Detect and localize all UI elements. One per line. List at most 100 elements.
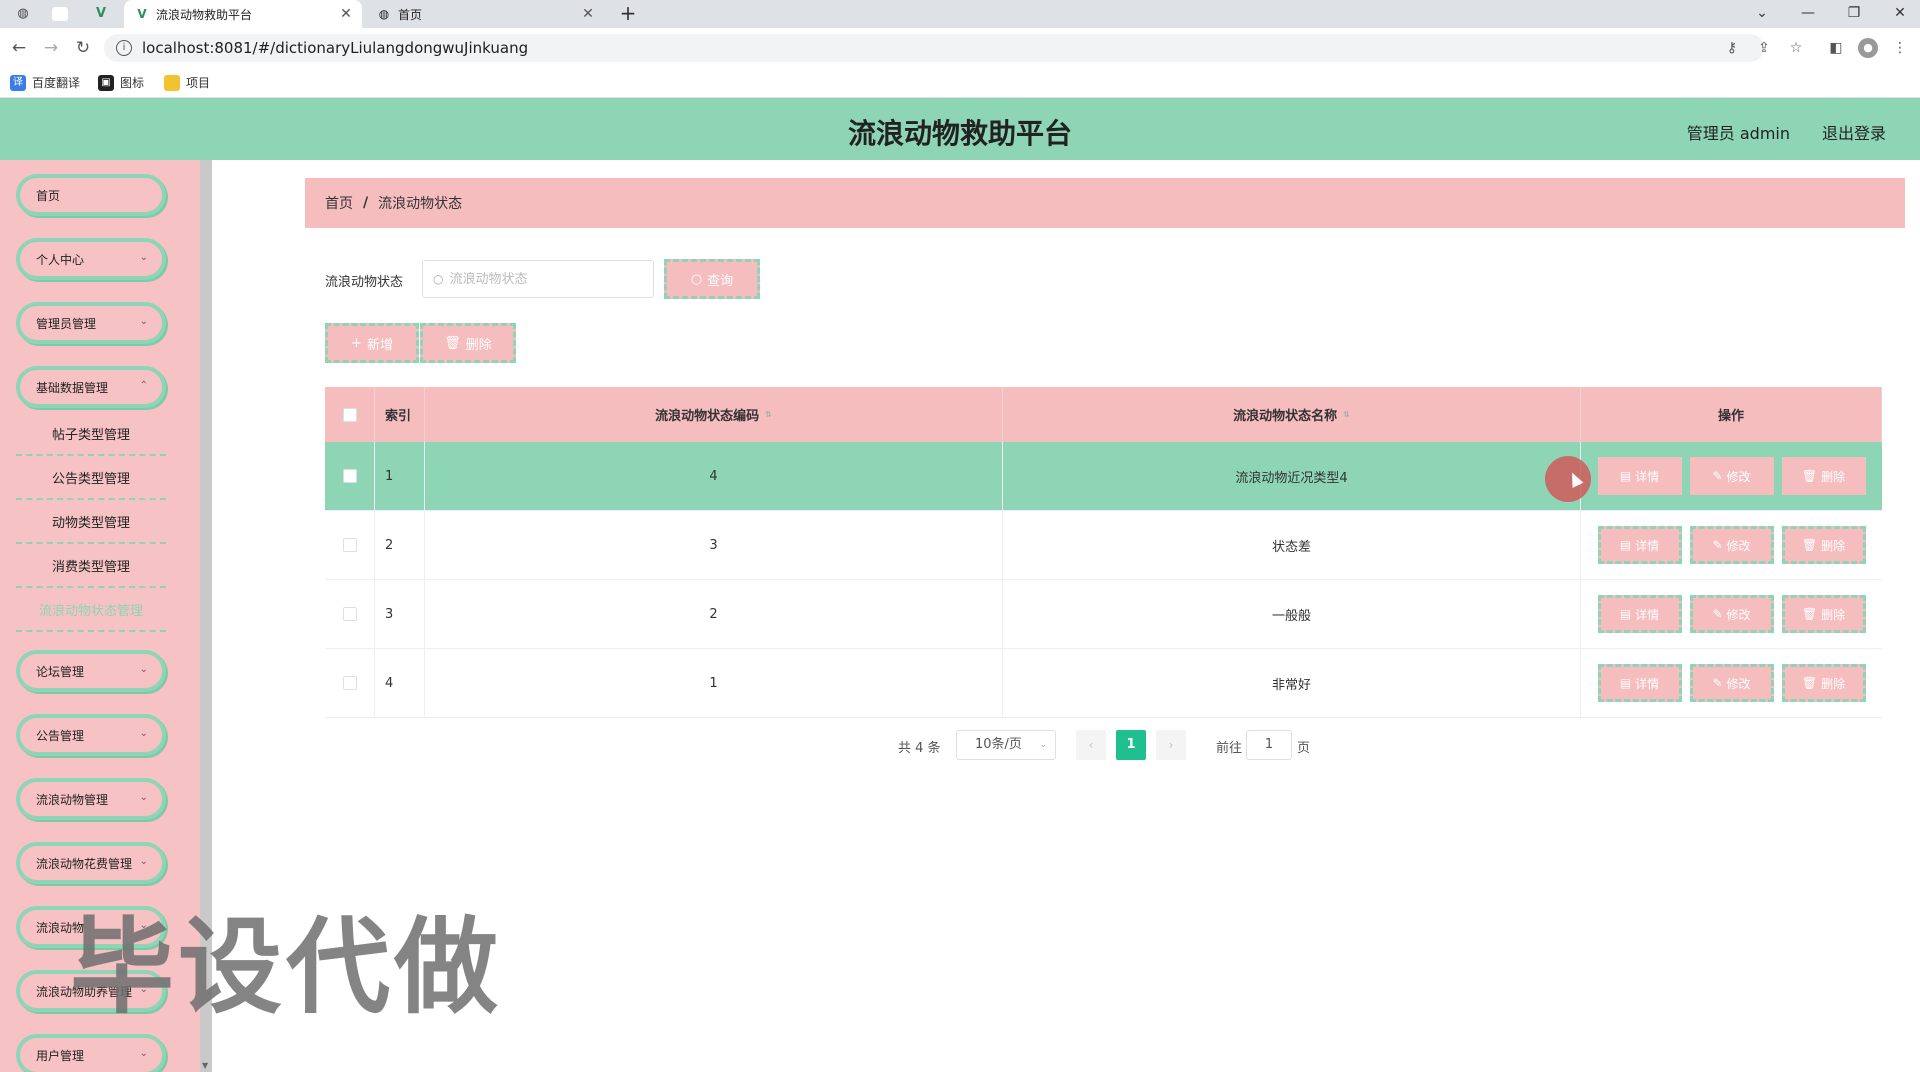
header-checkbox-cell [325,387,375,442]
share-icon[interactable]: ⇪ [1754,38,1774,58]
row-checkbox[interactable] [342,607,357,621]
select-all-checkbox[interactable] [342,407,357,422]
delete-button-label: 删除 [465,337,492,353]
sidebar-item-users[interactable]: 用户管理 ⌄ [16,1034,166,1072]
document-icon: ▤ [1619,676,1632,690]
row-checkbox[interactable] [342,469,357,483]
next-page-button[interactable]: › [1156,730,1186,760]
sidebar-item-status-type[interactable]: 流浪动物状态管理 [16,588,166,632]
sort-icon[interactable]: ⇅ [1343,410,1350,419]
edit-button[interactable]: ✎ 修改 [1689,526,1774,564]
delete-button[interactable]: 🗑 删除 [1781,664,1866,702]
detail-button[interactable]: ▤ 详情 [1597,526,1682,564]
delete-button[interactable]: 🗑 删除 [1781,457,1866,495]
side-panel-icon[interactable]: ◧ [1826,38,1846,58]
header-index: 索引 [375,387,425,442]
header-ops: 操作 [1581,387,1882,442]
menu-label: 论坛管理 [36,664,85,679]
row-checkbox-cell [325,580,375,648]
close-icon[interactable]: ✕ [580,6,596,22]
sidebar-item-animal[interactable]: 流浪动物管理 ⌄ [16,778,166,820]
minimize-button[interactable]: — [1788,0,1828,28]
edit-button[interactable]: ✎ 修改 [1689,595,1774,633]
bookmark-translate[interactable]: 译 百度翻译 [10,74,80,91]
sidebar-item-admin[interactable]: 管理员管理 ⌄ [16,302,166,344]
vue-tab-icon[interactable]: V [92,5,110,23]
plus-icon: + [351,335,362,351]
sidebar-item-animal-expense[interactable]: 流浪动物花费管理 ⌄ [16,842,166,884]
page-suffix: 页 [1297,741,1311,756]
batch-delete-button[interactable]: 🗑 删除 [420,323,516,363]
sidebar-item-profile[interactable]: 个人中心 ⌄ [16,238,166,280]
key-icon[interactable]: ⚷ [1722,38,1742,58]
prev-page-button[interactable]: ‹ [1076,730,1106,760]
back-button[interactable]: ← [8,37,30,59]
header-label: 流浪动物状态编码 [655,409,760,424]
bookmark-icons[interactable]: ▣ 图标 [98,74,144,91]
table-row[interactable]: 3 2 一般般 ▤ 详情 ✎ 修改 🗑 删除 [325,580,1882,649]
menu-kebab-icon[interactable]: ⋮ [1890,38,1910,58]
breadcrumb-home[interactable]: 首页 [325,193,353,213]
search-input[interactable] [449,271,640,287]
row-code: 3 [425,511,1003,579]
star-icon[interactable]: ☆ [1786,38,1806,58]
header-name[interactable]: 流浪动物状态名称 ⇅ [1003,387,1581,442]
window-close-button[interactable]: ✕ [1880,0,1920,28]
scroll-down-icon[interactable]: ▼ [202,1061,208,1070]
sidebar-item-home[interactable]: 首页 [16,174,166,216]
url-field[interactable]: i localhost:8081/#/dictionaryLiulangdong… [104,34,1764,62]
header-code[interactable]: 流浪动物状态编码 ⇅ [425,387,1003,442]
chevron-down-icon[interactable]: ⌄ [1742,0,1782,28]
tab-home[interactable]: ◍ 首页 ✕ [366,0,604,28]
table-row[interactable]: 4 1 非常好 ▤ 详情 ✎ 修改 🗑 删除 [325,649,1882,718]
detail-button[interactable]: ▤ 详情 [1597,457,1682,495]
profile-icon[interactable]: ● [1858,38,1878,58]
row-name: 一般般 [1003,580,1581,648]
sidebar-item-animal-type[interactable]: 动物类型管理 [16,500,166,544]
chevron-down-icon: ⌄ [139,664,148,675]
sidebar-item-expense-type[interactable]: 消费类型管理 [16,544,166,588]
row-checkbox[interactable] [342,538,357,552]
row-name: 非常好 [1003,649,1581,717]
sidebar-item-basic-data[interactable]: 基础数据管理 ⌃ [16,366,166,408]
forward-button[interactable]: → [40,37,62,59]
logout-link[interactable]: 退出登录 [1822,120,1886,144]
edit-button[interactable]: ✎ 修改 [1689,664,1774,702]
detail-button[interactable]: ▤ 详情 [1597,595,1682,633]
add-button[interactable]: + 新增 [325,323,419,363]
delete-button[interactable]: 🗑 删除 [1781,526,1866,564]
sidebar-item-post-type[interactable]: 帖子类型管理 [16,412,166,456]
tab-active[interactable]: V 流浪动物救助平台 ✕ [124,0,362,28]
bookmark-label: 百度翻译 [32,76,81,90]
blank-tab-icon[interactable] [52,7,68,21]
bookmark-project[interactable]: 项目 [164,74,210,91]
sidebar-item-forum[interactable]: 论坛管理 ⌄ [16,650,166,692]
detail-button[interactable]: ▤ 详情 [1597,664,1682,702]
page-number-current[interactable]: 1 [1116,730,1146,760]
row-code: 4 [425,442,1003,510]
close-icon[interactable]: ✕ [338,6,354,22]
delete-button[interactable]: 🗑 删除 [1781,595,1866,633]
table-row[interactable]: 2 3 状态差 ▤ 详情 ✎ 修改 🗑 删除 [325,511,1882,580]
query-button[interactable]: ○ 查询 [664,259,760,299]
sort-icon[interactable]: ⇅ [765,410,772,419]
page-size-select[interactable]: 10条/页 ⌄ [956,730,1056,760]
restore-button[interactable]: ❐ [1834,0,1874,28]
reload-button[interactable]: ↻ [72,37,94,59]
table-row[interactable]: 1 4 流浪动物近况类型4 ▤ 详情 ✎ 修改 🗑 删除 [325,442,1882,511]
sidebar-item-notice-type[interactable]: 公告类型管理 [16,456,166,500]
row-checkbox-cell [325,649,375,717]
new-tab-button[interactable]: + [616,2,640,26]
row-index: 4 [375,649,425,717]
info-icon[interactable]: i [116,40,132,56]
detail-label: 详情 [1635,607,1660,622]
goto-page-input[interactable]: 1 [1246,730,1292,760]
row-checkbox[interactable] [342,676,357,690]
search-field[interactable]: ○ [422,260,654,298]
row-index: 1 [375,442,425,510]
menu-label: 流浪动物花费管理 [36,856,133,871]
edit-button[interactable]: ✎ 修改 [1689,457,1774,495]
tab-group-icon[interactable]: ◍ [14,5,32,23]
trash-icon: 🗑 [1801,538,1818,552]
app-title: 流浪动物救助平台 [847,117,1072,150]
